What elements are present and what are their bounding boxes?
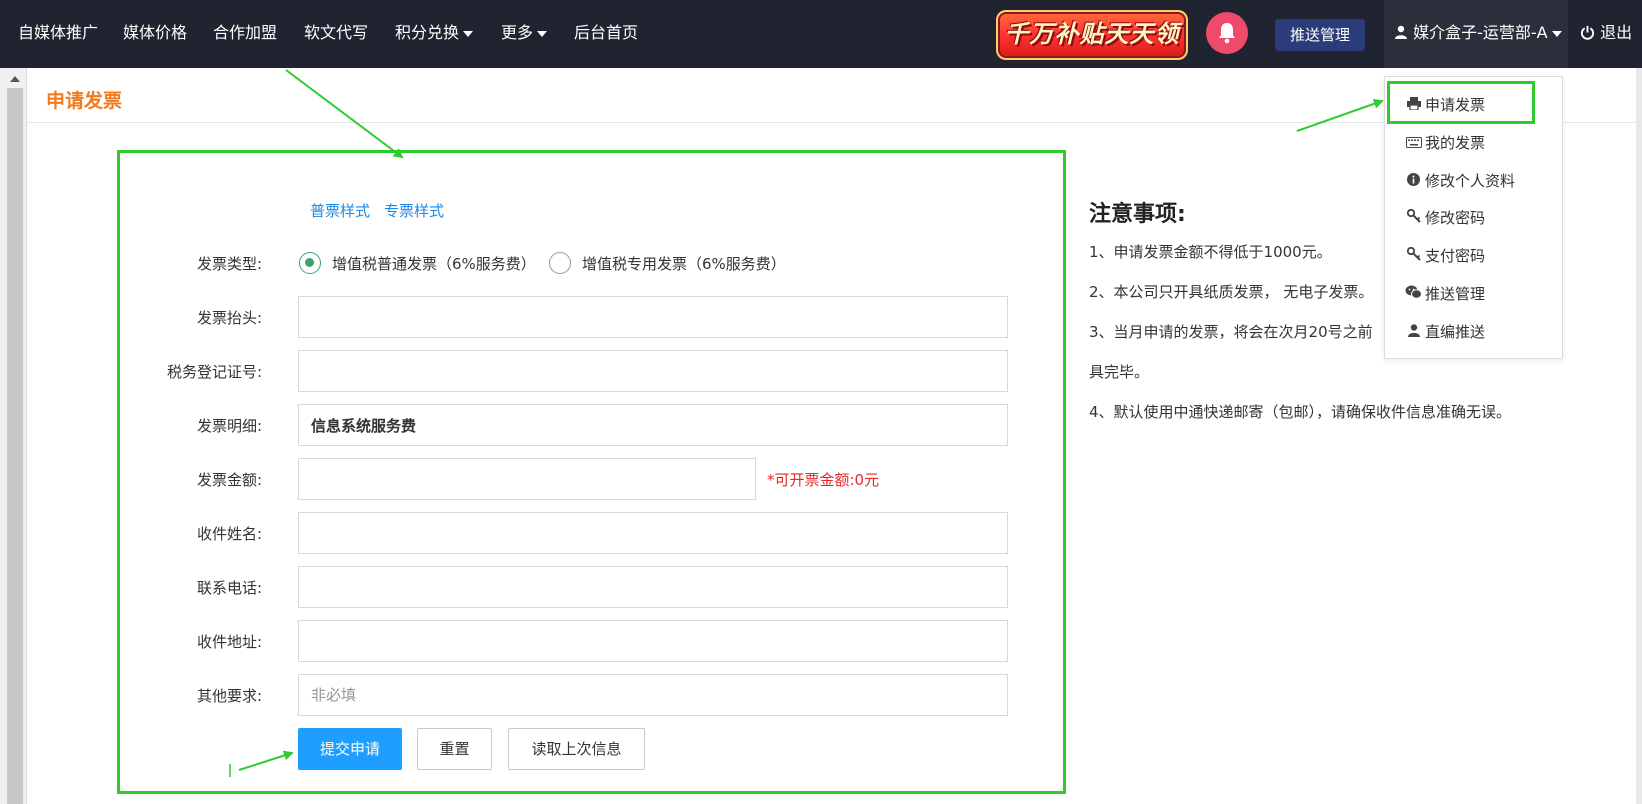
- other-requirements-input[interactable]: [298, 674, 1008, 716]
- phone-input[interactable]: [298, 566, 1008, 608]
- label-phone: 联系电话:: [196, 579, 262, 597]
- label-tax-id: 税务登记证号:: [166, 363, 262, 381]
- nav-label: 软文代写: [304, 23, 369, 42]
- sample-link-special[interactable]: 专票样式: [384, 200, 444, 221]
- left-scrollbar[interactable]: [0, 68, 27, 804]
- nav-item-partnership[interactable]: 合作加盟: [213, 0, 277, 68]
- nav-item-media-promo[interactable]: 自媒体推广: [18, 0, 98, 68]
- menu-item-change-password[interactable]: 修改密码: [1405, 207, 1485, 228]
- radio-label-vat-special[interactable]: 增值税专用发票（6%服务费）: [582, 253, 786, 274]
- arrow-to-apply-invoice: [1296, 98, 1384, 132]
- user-menu-toggle[interactable]: 媒介盒子-运营部-A: [1384, 0, 1568, 68]
- nav-item-admin-home[interactable]: 后台首页: [574, 0, 638, 68]
- page-title: 申请发票: [46, 90, 123, 112]
- invoice-detail-input[interactable]: [298, 404, 1008, 446]
- label-invoice-detail: 发票明细:: [196, 417, 262, 435]
- bell-icon: [1219, 23, 1235, 44]
- address-input[interactable]: [298, 620, 1008, 662]
- note-item: 具完毕。: [1089, 363, 1150, 381]
- submit-button[interactable]: 提交申请: [298, 728, 402, 770]
- menu-item-label: 支付密码: [1425, 247, 1486, 265]
- radio-vat-special[interactable]: [549, 252, 571, 274]
- menu-item-payment-password[interactable]: 支付密码: [1405, 245, 1485, 266]
- label-invoice-type: 发票类型:: [196, 255, 262, 273]
- menu-item-label: 我的发票: [1425, 134, 1486, 152]
- label-other-requirements: 其他要求:: [196, 687, 262, 705]
- menu-item-label: 推送管理: [1425, 285, 1486, 303]
- promo-text: 千万补贴天天领: [1004, 20, 1180, 48]
- caret-down-icon: [537, 30, 548, 37]
- notification-bell-button[interactable]: [1206, 12, 1248, 54]
- label-invoice-amount: 发票金额:: [196, 471, 262, 489]
- right-scrollbar[interactable]: [1636, 68, 1642, 804]
- reset-button[interactable]: 重置: [417, 728, 492, 770]
- info-icon: [1405, 173, 1422, 190]
- nav-item-points-exchange[interactable]: 积分兑换: [395, 0, 474, 68]
- label-invoice-title: 发票抬头:: [196, 309, 262, 327]
- user-icon: [1395, 25, 1407, 39]
- label-recipient-name: 收件姓名:: [196, 525, 262, 543]
- sample-link-normal[interactable]: 普票样式: [310, 200, 370, 221]
- nav-label: 后台首页: [574, 23, 639, 42]
- nav-label: 更多: [501, 23, 534, 42]
- logout-label: 退出: [1600, 23, 1633, 42]
- menu-item-label: 直编推送: [1425, 323, 1486, 341]
- key-icon: [1405, 208, 1422, 227]
- arrow-to-form: [285, 69, 404, 159]
- radio-label-vat-normal[interactable]: 增值税普通发票（6%服务费）: [332, 253, 536, 274]
- menu-item-my-invoices[interactable]: 我的发票: [1405, 132, 1485, 153]
- push-management-button[interactable]: 推送管理: [1275, 19, 1365, 51]
- nav-item-media-price[interactable]: 媒体价格: [123, 0, 187, 68]
- keyboard-icon: [1405, 137, 1422, 152]
- amount-hint: *可开票金额:0元: [767, 471, 880, 489]
- scrollbar-thumb[interactable]: [7, 88, 23, 804]
- key-icon: [1405, 246, 1422, 265]
- promo-banner[interactable]: 千万补贴天天领: [996, 10, 1188, 60]
- caret-down-icon: [1551, 30, 1562, 37]
- menu-item-push-management[interactable]: 推送管理: [1405, 283, 1485, 304]
- load-last-info-button[interactable]: 读取上次信息: [508, 728, 645, 770]
- note-item: 1、申请发票金额不得低于1000元。: [1089, 243, 1332, 261]
- note-item: 3、当月申请的发票，将会在次月20号之前: [1089, 323, 1373, 341]
- note-item: 2、本公司只开具纸质发票， 无电子发票。: [1089, 283, 1374, 301]
- menu-highlight-box: [1387, 81, 1535, 124]
- tax-id-input[interactable]: [298, 350, 1008, 392]
- nav-label: 自媒体推广: [18, 23, 99, 42]
- nav-label: 积分兑换: [395, 23, 460, 42]
- menu-item-label: 修改密码: [1425, 209, 1486, 227]
- nav-label: 媒体价格: [123, 23, 188, 42]
- top-navbar: 自媒体推广 媒体价格 合作加盟 软文代写 积分兑换 更多 后台首页 千万补贴天天…: [0, 0, 1642, 68]
- radio-vat-normal[interactable]: [299, 252, 321, 274]
- nav-label: 合作加盟: [213, 23, 278, 42]
- menu-item-direct-push[interactable]: 直编推送: [1405, 321, 1485, 342]
- label-address: 收件地址:: [196, 633, 262, 651]
- invoice-amount-input[interactable]: [298, 458, 756, 500]
- caret-down-icon: [463, 30, 474, 37]
- nav-item-copywriting[interactable]: 软文代写: [304, 0, 368, 68]
- user-name: 媒介盒子-运营部-A: [1413, 23, 1548, 42]
- nav-item-more[interactable]: 更多: [501, 0, 548, 68]
- scroll-up-arrow-icon[interactable]: [10, 76, 20, 82]
- user-icon: [1405, 324, 1422, 341]
- wechat-icon: [1405, 285, 1422, 303]
- recipient-name-input[interactable]: [298, 512, 1008, 554]
- menu-item-label: 修改个人资料: [1425, 172, 1516, 190]
- power-icon: [1580, 25, 1595, 40]
- menu-item-edit-profile[interactable]: 修改个人资料: [1405, 170, 1515, 191]
- note-item: 4、默认使用中通快递邮寄（包邮），请确保收件信息准确无误。: [1089, 403, 1512, 421]
- invoice-title-input[interactable]: [298, 296, 1008, 338]
- logout-button[interactable]: 退出: [1580, 0, 1632, 68]
- notes-title: 注意事项:: [1089, 202, 1186, 227]
